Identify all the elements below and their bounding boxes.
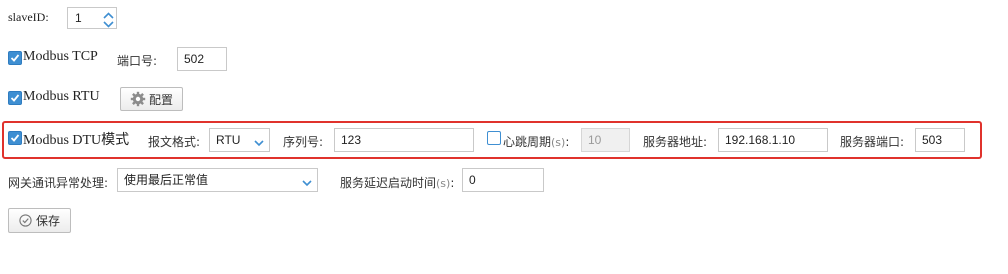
- modbus-rtu-label: Modbus RTU: [23, 89, 100, 104]
- gateway-error-label: 网关通讯异常处理:: [8, 176, 109, 190]
- config-button[interactable]: 配置: [120, 87, 183, 111]
- modbus-tcp-checkbox[interactable]: [8, 51, 22, 65]
- delay-unit: (s): [436, 177, 451, 190]
- gateway-error-select-value: 使用最后正常值: [124, 173, 209, 187]
- server-address-label: 服务器地址:: [643, 135, 708, 149]
- spin-up-icon[interactable]: [102, 9, 115, 19]
- format-label: 报文格式:: [148, 135, 201, 149]
- save-button[interactable]: 保存: [8, 208, 71, 233]
- serial-label: 序列号:: [283, 135, 324, 149]
- format-select-value: RTU: [216, 133, 241, 147]
- serial-input[interactable]: 123: [334, 128, 474, 152]
- server-address-input[interactable]: 192.168.1.10: [718, 128, 828, 152]
- chevron-down-icon: [301, 174, 313, 196]
- delay-input[interactable]: 0: [462, 168, 544, 192]
- slave-id-input[interactable]: 1: [75, 11, 82, 25]
- tcp-port-input[interactable]: 502: [177, 47, 227, 71]
- save-button-label: 保存: [36, 214, 61, 228]
- slave-id-spinner[interactable]: 1: [67, 7, 117, 29]
- heartbeat-input[interactable]: 10: [581, 128, 630, 152]
- modbus-tcp-label: Modbus TCP: [23, 49, 98, 64]
- format-select[interactable]: RTU: [209, 128, 270, 152]
- delay-label: 服务延迟启动时间(s):: [340, 176, 455, 190]
- dtu-mode-checkbox[interactable]: [8, 131, 22, 145]
- heartbeat-unit: (s): [551, 136, 566, 149]
- heartbeat-checkbox[interactable]: [487, 131, 501, 145]
- config-button-label: 配置: [149, 92, 174, 107]
- server-port-label: 服务器端口:: [840, 135, 905, 149]
- server-port-input[interactable]: 503: [915, 128, 965, 152]
- heartbeat-label: 心跳周期(s):: [503, 135, 570, 149]
- check-circle-icon: [19, 214, 32, 227]
- chevron-down-icon: [253, 134, 265, 156]
- dtu-mode-label: Modbus DTU模式: [23, 133, 130, 148]
- slave-id-label: slaveID:: [8, 10, 49, 24]
- gateway-error-select[interactable]: 使用最后正常值: [117, 168, 318, 192]
- modbus-rtu-checkbox[interactable]: [8, 91, 22, 105]
- gear-icon: [130, 91, 146, 107]
- tcp-port-label: 端口号:: [117, 54, 158, 68]
- spin-down-icon[interactable]: [102, 18, 115, 28]
